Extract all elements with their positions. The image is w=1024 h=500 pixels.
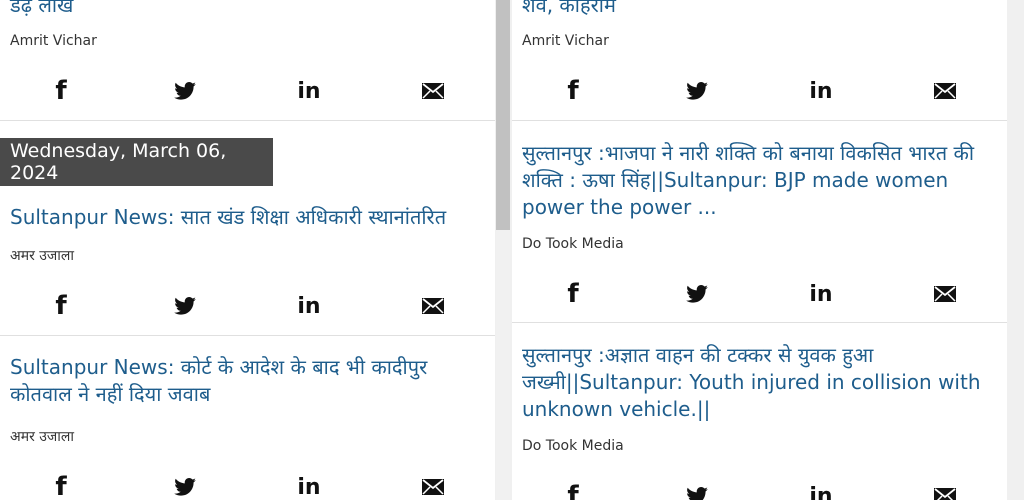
share-row: f in [0, 291, 495, 321]
news-headline[interactable]: Sultanpur News: सात खंड शिक्षा अधिकारी स… [10, 204, 485, 231]
news-source: अमर उजाला [10, 429, 75, 445]
twitter-icon[interactable] [682, 279, 712, 309]
email-icon[interactable] [930, 481, 960, 500]
share-row: f in [0, 472, 495, 500]
news-headline[interactable]: Sultanpur News: कोर्ट के आदेश के बाद भी … [10, 354, 485, 408]
news-card: Sultanpur News: सात खंड शिक्षा अधिकारी स… [0, 190, 495, 336]
news-source: Amrit Vichar [10, 33, 97, 49]
news-headline[interactable]: सुल्तानपुर :भाजपा ने नारी शक्ति को बनाया… [522, 140, 997, 221]
news-feed-right-column: शव, कोहराम Amrit Vichar f in सुल्तानपुर … [512, 0, 1007, 500]
news-headline[interactable]: शव, कोहराम [522, 0, 997, 19]
share-row: f in [512, 279, 1007, 309]
news-source: अमर उजाला [10, 248, 75, 264]
linkedin-icon[interactable]: in [294, 472, 324, 500]
email-icon[interactable] [418, 76, 448, 106]
facebook-icon[interactable]: f [558, 76, 588, 106]
news-headline[interactable]: सुल्तानपुर :अज्ञात वाहन की टक्कर से युवक… [522, 342, 997, 423]
facebook-icon[interactable]: f [558, 481, 588, 500]
news-card: सुल्तानपुर :भाजपा ने नारी शक्ति को बनाया… [512, 121, 1007, 323]
email-icon[interactable] [930, 279, 960, 309]
news-card: सुल्तानपुर :अज्ञात वाहन की टक्कर से युवक… [512, 323, 1007, 500]
news-source: Do Took Media [522, 438, 624, 454]
news-source: Amrit Vichar [522, 33, 609, 49]
twitter-icon[interactable] [170, 472, 200, 500]
twitter-icon[interactable] [170, 76, 200, 106]
facebook-icon[interactable]: f [46, 76, 76, 106]
news-feed-left-column: डेढ़ लाख Amrit Vichar f in Wednesday, Ma… [0, 0, 495, 500]
email-icon[interactable] [418, 291, 448, 321]
scrollbar-thumb[interactable] [496, 0, 510, 230]
linkedin-icon[interactable]: in [806, 279, 836, 309]
twitter-icon[interactable] [682, 481, 712, 500]
date-header: Wednesday, March 06, 2024 [0, 138, 273, 186]
share-row: f in [512, 481, 1007, 500]
linkedin-icon[interactable]: in [294, 291, 324, 321]
linkedin-icon[interactable]: in [806, 76, 836, 106]
news-card: Sultanpur News: कोर्ट के आदेश के बाद भी … [0, 336, 495, 500]
facebook-icon[interactable]: f [558, 279, 588, 309]
linkedin-icon[interactable]: in [294, 76, 324, 106]
email-icon[interactable] [930, 76, 960, 106]
share-row: f in [512, 76, 1007, 106]
news-card: शव, कोहराम Amrit Vichar f in [512, 0, 1007, 121]
email-icon[interactable] [418, 472, 448, 500]
page-gutter [1008, 0, 1024, 500]
twitter-icon[interactable] [170, 291, 200, 321]
twitter-icon[interactable] [682, 76, 712, 106]
scrollbar[interactable] [496, 0, 510, 500]
share-row: f in [0, 76, 495, 106]
linkedin-icon[interactable]: in [806, 481, 836, 500]
news-card: डेढ़ लाख Amrit Vichar f in [0, 0, 495, 121]
news-source: Do Took Media [522, 236, 624, 252]
facebook-icon[interactable]: f [46, 472, 76, 500]
facebook-icon[interactable]: f [46, 291, 76, 321]
news-headline[interactable]: डेढ़ लाख [10, 0, 485, 19]
